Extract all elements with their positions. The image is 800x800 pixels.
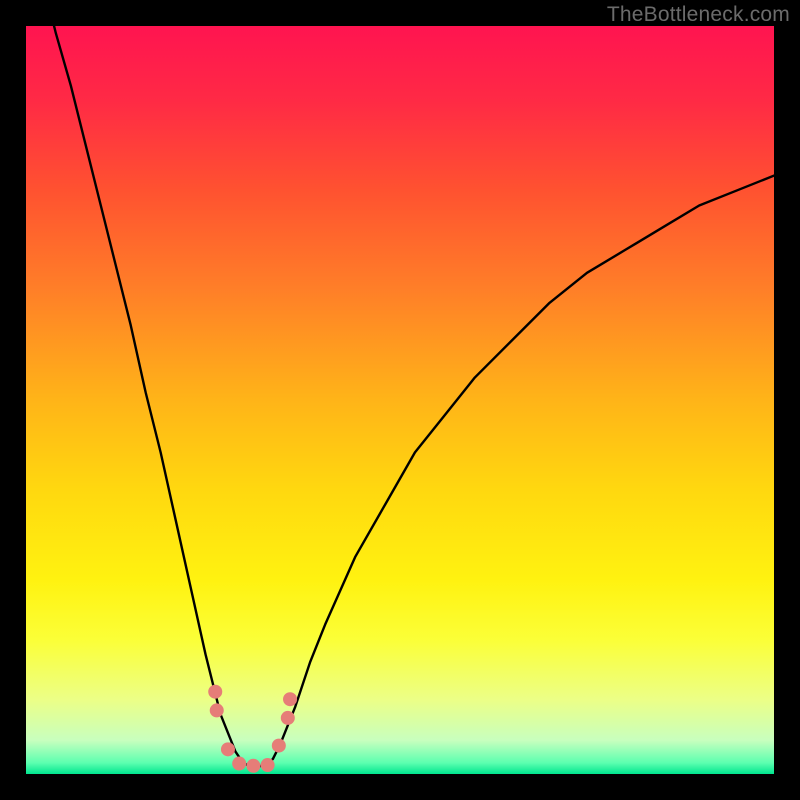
curve-marker <box>272 739 286 753</box>
curve-marker <box>221 742 235 756</box>
curve-marker <box>232 757 246 771</box>
curve-marker <box>208 685 222 699</box>
curve-marker <box>261 758 275 772</box>
curve-layer <box>26 26 774 774</box>
curve-marker <box>210 703 224 717</box>
curve-marker <box>283 692 297 706</box>
watermark-text: TheBottleneck.com <box>607 3 790 27</box>
curve-marker <box>281 711 295 725</box>
chart-frame: TheBottleneck.com <box>0 0 800 800</box>
plot-area <box>26 26 774 774</box>
curve-marker <box>246 759 260 773</box>
bottleneck-curve <box>26 26 774 767</box>
